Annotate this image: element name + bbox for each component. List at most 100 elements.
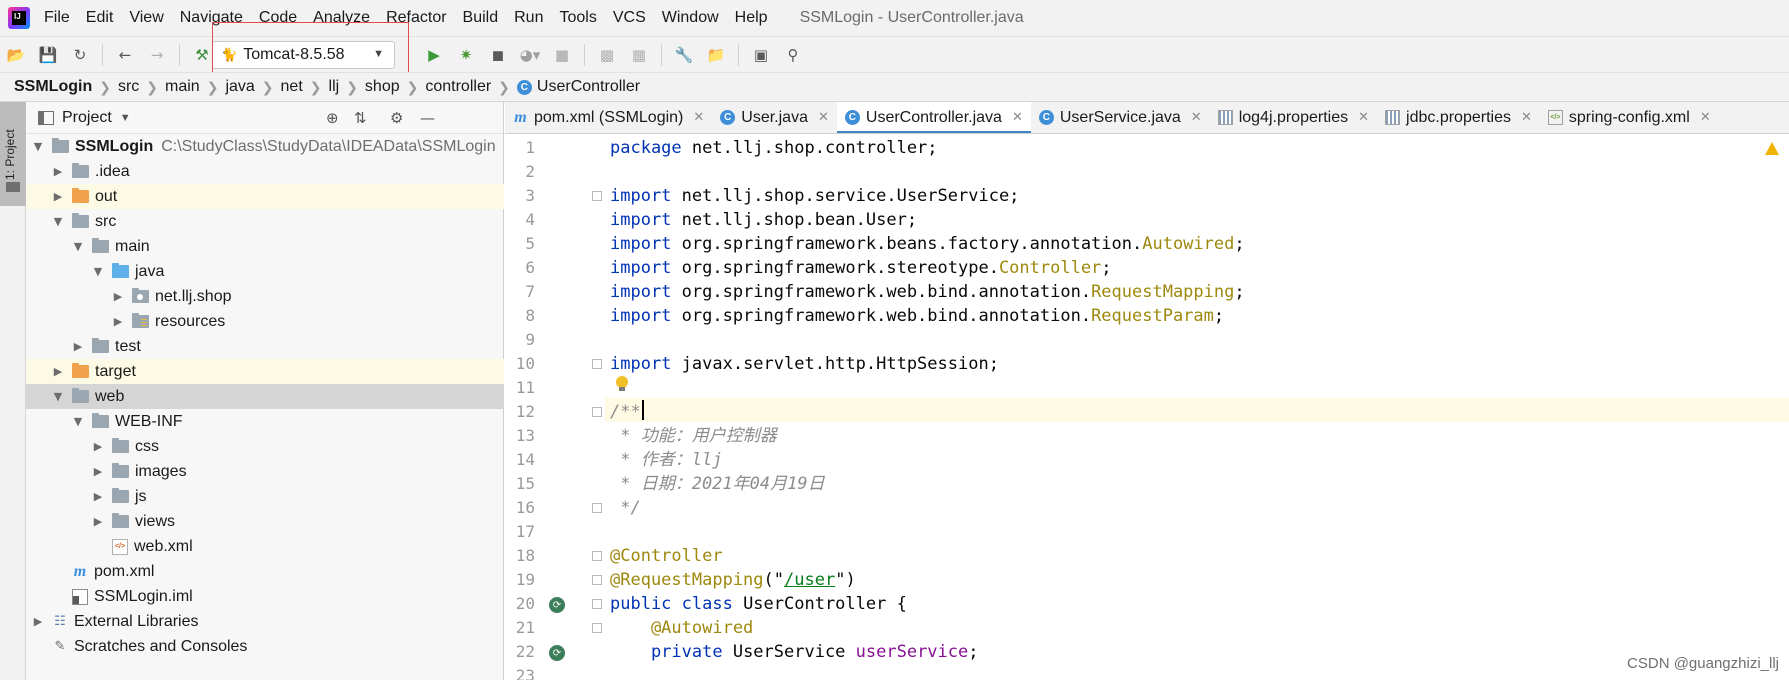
tree-item[interactable]: ✎ Scratches and Consoles bbox=[26, 634, 504, 659]
chevron-right-icon[interactable]: ▶ bbox=[92, 440, 104, 453]
fold-marker-icon[interactable] bbox=[592, 407, 602, 417]
breadcrumb-item[interactable]: controller bbox=[425, 78, 491, 96]
project-panel-title[interactable]: Project bbox=[62, 109, 112, 127]
forward-icon[interactable]: → bbox=[147, 45, 167, 65]
stop-icon[interactable]: ■ bbox=[552, 45, 572, 65]
fold-marker-icon[interactable] bbox=[592, 623, 602, 633]
breadcrumb-item[interactable]: java bbox=[225, 78, 254, 96]
menu-vcs[interactable]: VCS bbox=[613, 9, 646, 27]
close-icon[interactable]: ✕ bbox=[1191, 110, 1202, 125]
tree-item[interactable]: </> web.xml bbox=[26, 534, 504, 559]
run-configuration-dropdown[interactable]: 🐈 Tomcat-8.5.58 ▼ bbox=[212, 41, 395, 69]
fold-marker-icon[interactable] bbox=[592, 503, 602, 513]
code-editor[interactable]: package net.llj.shop.controller; import … bbox=[605, 134, 1789, 680]
tab-userservice-java[interactable]: C UserService.java ✕ bbox=[1031, 102, 1210, 133]
tree-item[interactable]: ▶ test bbox=[26, 334, 504, 359]
chevron-down-icon[interactable]: ▼ bbox=[72, 240, 84, 253]
menu-file[interactable]: File bbox=[44, 9, 70, 27]
project-tool-window-button[interactable]: 1: Project bbox=[0, 102, 26, 206]
run-icon[interactable]: ▶ bbox=[424, 45, 444, 65]
close-icon[interactable]: ✕ bbox=[1700, 110, 1711, 125]
module-icon[interactable]: 📁 bbox=[706, 45, 726, 65]
warning-icon[interactable] bbox=[1765, 142, 1779, 155]
menu-build[interactable]: Build bbox=[463, 9, 499, 27]
tree-item[interactable]: ▶ js bbox=[26, 484, 504, 509]
chevron-right-icon[interactable]: ▶ bbox=[112, 315, 124, 328]
chevron-right-icon[interactable]: ▶ bbox=[52, 365, 64, 378]
locate-target-icon[interactable]: ⊕ bbox=[326, 109, 339, 127]
coverage-icon[interactable]: ◼ bbox=[488, 45, 508, 65]
debug-icon[interactable]: ✷ bbox=[456, 45, 476, 65]
lightbulb-icon[interactable] bbox=[615, 376, 629, 392]
profile-icon[interactable]: ◕▾ bbox=[520, 45, 541, 65]
chevron-right-icon[interactable]: ▶ bbox=[92, 465, 104, 478]
chevron-right-icon[interactable]: ▶ bbox=[52, 165, 64, 178]
menu-run[interactable]: Run bbox=[514, 9, 543, 27]
menu-analyze[interactable]: Analyze bbox=[313, 9, 370, 27]
menu-window[interactable]: Window bbox=[662, 9, 719, 27]
menu-edit[interactable]: Edit bbox=[86, 9, 114, 27]
tree-item[interactable]: ▶ resources bbox=[26, 309, 504, 334]
chevron-right-icon[interactable]: ▶ bbox=[92, 490, 104, 503]
fold-marker-icon[interactable] bbox=[592, 359, 602, 369]
close-icon[interactable]: ✕ bbox=[818, 110, 829, 125]
fold-marker-icon[interactable] bbox=[592, 599, 602, 609]
gear-icon[interactable]: ⚙ bbox=[390, 109, 403, 127]
tree-item[interactable]: m pom.xml bbox=[26, 559, 504, 584]
tree-item[interactable]: ▶ .idea bbox=[26, 159, 504, 184]
tree-item[interactable]: ▶ target bbox=[26, 359, 504, 384]
menu-code[interactable]: Code bbox=[259, 9, 297, 27]
sdk-icon[interactable]: ▦ bbox=[629, 45, 649, 65]
minimize-icon[interactable]: — bbox=[420, 109, 435, 127]
close-icon[interactable]: ✕ bbox=[1012, 110, 1023, 125]
editor-gutter[interactable]: 1 2 3 4 5 6 7 8 9 10 11 12 13 14 15 16 1… bbox=[505, 134, 605, 680]
breadcrumb-item[interactable]: main bbox=[165, 78, 200, 96]
open-folder-icon[interactable]: 📂 bbox=[6, 45, 26, 65]
spring-autowired-icon[interactable]: ⟳ bbox=[549, 645, 565, 661]
chevron-down-icon[interactable]: ▼ bbox=[92, 265, 104, 278]
spring-bean-icon[interactable]: ⟳ bbox=[549, 597, 565, 613]
menu-help[interactable]: Help bbox=[735, 9, 768, 27]
tree-item-selected[interactable]: ▼ web bbox=[26, 384, 504, 409]
tree-item[interactable]: ▶ net.llj.shop bbox=[26, 284, 504, 309]
tree-item[interactable]: ▶ out bbox=[26, 184, 504, 209]
tab-pom-xml[interactable]: m pom.xml (SSMLogin) ✕ bbox=[505, 102, 712, 133]
project-structure-icon[interactable]: ▩ bbox=[597, 45, 617, 65]
settings-wrench-icon[interactable]: 🔧 bbox=[674, 45, 694, 65]
breadcrumb-item[interactable]: SSMLogin bbox=[14, 78, 92, 96]
breadcrumb-item[interactable]: src bbox=[118, 78, 139, 96]
back-icon[interactable]: ← bbox=[115, 45, 135, 65]
close-icon[interactable]: ✕ bbox=[693, 110, 704, 125]
chevron-right-icon[interactable]: ▶ bbox=[72, 340, 84, 353]
tab-jdbc-properties[interactable]: jdbc.properties ✕ bbox=[1377, 102, 1540, 133]
chevron-right-icon[interactable]: ▶ bbox=[92, 515, 104, 528]
tree-item[interactable]: SSMLogin.iml bbox=[26, 584, 504, 609]
build-hammer-icon[interactable]: ⚒ bbox=[192, 45, 212, 65]
chevron-right-icon[interactable]: ▶ bbox=[32, 615, 44, 628]
fold-marker-icon[interactable] bbox=[592, 575, 602, 585]
breadcrumb-item[interactable]: UserController bbox=[537, 78, 640, 96]
sync-icon[interactable]: ↻ bbox=[70, 45, 90, 65]
tab-user-java[interactable]: C User.java ✕ bbox=[712, 102, 837, 133]
save-icon[interactable]: 💾 bbox=[38, 45, 58, 65]
breadcrumb-item[interactable]: net bbox=[281, 78, 303, 96]
chevron-right-icon[interactable]: ▶ bbox=[112, 290, 124, 303]
tab-usercontroller-java[interactable]: C UserController.java ✕ bbox=[836, 102, 1031, 133]
chevron-right-icon[interactable]: ▶ bbox=[52, 190, 64, 203]
tree-item[interactable]: ▼ src bbox=[26, 209, 504, 234]
chevron-down-icon[interactable]: ▼ bbox=[120, 112, 131, 124]
menu-refactor[interactable]: Refactor bbox=[386, 9, 446, 27]
close-icon[interactable]: ✕ bbox=[1521, 110, 1532, 125]
breadcrumb-item[interactable]: shop bbox=[365, 78, 400, 96]
collapse-all-icon[interactable]: ⇅ bbox=[354, 109, 367, 127]
chevron-down-icon[interactable]: ▼ bbox=[52, 390, 64, 403]
tree-item[interactable]: ▼ main bbox=[26, 234, 504, 259]
chevron-down-icon[interactable]: ▼ bbox=[32, 140, 44, 153]
chevron-down-icon[interactable]: ▼ bbox=[72, 415, 84, 428]
terminal-icon[interactable]: ▣ bbox=[751, 45, 771, 65]
fold-marker-icon[interactable] bbox=[592, 551, 602, 561]
fold-marker-icon[interactable] bbox=[592, 191, 602, 201]
tab-spring-config-xml[interactable]: </> spring-config.xml ✕ bbox=[1540, 102, 1719, 133]
close-icon[interactable]: ✕ bbox=[1358, 110, 1369, 125]
tree-item[interactable]: ▶ images bbox=[26, 459, 504, 484]
